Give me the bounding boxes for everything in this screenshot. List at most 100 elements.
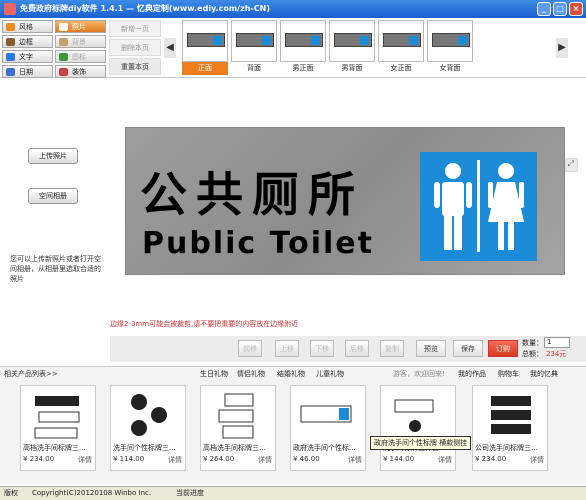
product-detail-link[interactable]: 详情 [348,455,362,465]
thumb-image [427,20,473,62]
my-works-link[interactable]: 我的作品 [458,367,486,381]
product-detail-link[interactable]: 详情 [438,455,452,465]
tool-photo[interactable]: 照片 [55,20,106,33]
product-card[interactable]: 高档洗手间标牌三... ¥ 234.00 详情 [20,385,96,471]
product-card[interactable]: 洗手间标牌三件套...¥ 144.00详情 [380,385,456,471]
product-image [34,396,80,439]
thumb-female-back[interactable]: 女背面 [427,20,473,76]
product-card[interactable]: 政府洗手间个性标... ¥ 46.00 详情 [290,385,366,471]
open-album-button[interactable]: 空间相册 [28,188,78,204]
page-controls: 新增一页 删除本页 重置本页 [109,20,161,77]
product-image [131,394,167,436]
add-page-button[interactable]: 新增一页 [109,20,161,37]
sign-plate[interactable]: 公共厕所 Public Toilet [125,127,565,275]
product-detail-link[interactable]: 详情 [78,455,92,465]
thumb-male-front[interactable]: 男正面 [280,20,326,76]
thumb-label: 男正面 [292,64,314,72]
product-card[interactable]: 高档洗手间标牌三... ¥ 264.00 详情 [200,385,276,471]
tool-decoration[interactable]: 装饰 [55,65,106,78]
thumb-image [378,20,424,62]
product-image [491,396,531,434]
move-down-button[interactable]: 下移 [310,340,334,357]
upload-photo-button[interactable]: 上传照片 [28,148,78,164]
tool-background[interactable]: 背景 [55,35,106,48]
title-bar: 免费政府标牌diy软件 1.4.1 — 忆典定制(www.ediy.com/zh… [0,0,586,18]
tool-label: 日期 [19,68,33,76]
cat-children[interactable]: 儿童礼物 [316,367,344,381]
minimize-button[interactable]: _ [537,2,551,16]
zoom-icon: ⤢ [567,159,574,168]
order-button[interactable]: 订购 [488,340,518,357]
thumb-image [231,20,277,62]
thumb-label: 正面 [182,62,228,75]
design-canvas[interactable]: ⤢ 公共厕所 Public Toilet 边缘2-3mm可能会被裁剪,请不要把重… [110,78,586,336]
send-back-button[interactable]: 后移 [345,340,369,357]
thumb-label: 男背面 [341,64,363,72]
preview-button[interactable]: 预览 [416,340,446,357]
photo-icon [59,23,68,31]
thumb-back[interactable]: 背面 [231,20,277,76]
text-icon [6,53,15,61]
decoration-icon [59,68,68,76]
style-icon [6,23,15,31]
product-name: 高档洗手间标牌三... [203,444,266,452]
tool-label: 文字 [19,53,33,61]
sign-english-text[interactable]: Public Toilet [142,226,374,261]
move-up-button[interactable]: 上移 [275,340,299,357]
background-icon [59,38,68,46]
top-toolbar: 风格 照片 边框 背景 文字 图标 日期 装饰 新增一页 删除本页 重置本页 ◀… [0,18,586,78]
product-name: 公司洗手间标牌三... [475,444,538,452]
copyright-text: Copyright(C)20120108 Winbo Inc. [32,489,152,497]
status-bar: 版权 Copyright(C)20120108 Winbo Inc. 当前进度 [0,486,586,500]
product-image [218,393,254,439]
thumb-label: 背面 [247,64,261,72]
thumbs-prev-arrow[interactable]: ◀ [164,38,176,58]
face-thumbnails: 正面 背面 男正面 男背面 女正面 女背面 [182,20,552,76]
save-button[interactable]: 保存 [453,340,483,357]
my-ediy-link[interactable]: 我的忆典 [530,367,558,381]
bleed-warning: 边缘2-3mm可能会被裁剪,请不要把重要的内容放在边缘附近 [110,320,299,328]
delete-page-button[interactable]: 删除本页 [109,39,161,56]
product-image [300,405,352,423]
calendar-icon [6,68,15,76]
sign-chinese-text[interactable]: 公共厕所 [140,156,364,225]
thumb-female-front[interactable]: 女正面 [378,20,424,76]
cat-birthday[interactable]: 生日礼物 [200,367,228,381]
thumb-front[interactable]: 正面 [182,20,228,76]
tool-date[interactable]: 日期 [2,65,53,78]
thumbs-next-arrow[interactable]: ▶ [556,38,568,58]
total-value: 234元 [546,350,567,358]
product-price: ¥ 264.00 [203,455,235,463]
product-price: ¥ 114.00 [113,455,145,463]
restroom-symbol-icon[interactable] [420,152,537,261]
product-card[interactable]: 公司洗手间标牌三... ¥ 234.00 详情 [472,385,548,471]
border-icon [6,38,15,46]
product-price: ¥ 144.00 [383,455,415,463]
reset-page-button[interactable]: 重置本页 [109,58,161,75]
product-detail-link[interactable]: 详情 [258,455,272,465]
tool-icon[interactable]: 图标 [55,50,106,63]
product-name: 政府洗手间个性标... [293,444,356,452]
tool-text[interactable]: 文字 [2,50,53,63]
tool-label: 边框 [19,38,33,46]
cat-wedding[interactable]: 结婚礼物 [277,367,305,381]
quantity-input[interactable]: 1 [544,337,570,348]
cart-link[interactable]: 购物车 [498,367,519,381]
close-button[interactable]: × [569,2,583,16]
tool-style[interactable]: 风格 [2,20,53,33]
maximize-button[interactable]: □ [553,2,567,16]
cat-couple[interactable]: 情侣礼物 [237,367,265,381]
products-header: 相关产品列表>> 生日礼物 情侣礼物 结婚礼物 儿童礼物 游客，欢迎回来! 我的… [0,367,586,381]
products-title: 相关产品列表>> [4,370,58,378]
product-card[interactable]: 洗手间个性标牌三... ¥ 114.00 详情 [110,385,186,471]
icon-tool-icon [59,53,68,61]
total-label: 总额： [522,350,543,358]
thumb-male-back[interactable]: 男背面 [329,20,375,76]
product-detail-link[interactable]: 详情 [168,455,182,465]
bring-front-button[interactable]: 前移 [238,340,262,357]
product-detail-link[interactable]: 详情 [530,455,544,465]
product-price: ¥ 234.00 [23,455,55,463]
left-panel: 上传照片 空间相册 您可以上传新照片或者打开空间相册，从相册里选取合适的照片 [2,78,106,360]
copy-button[interactable]: 复制 [380,340,404,357]
tool-border[interactable]: 边框 [2,35,53,48]
